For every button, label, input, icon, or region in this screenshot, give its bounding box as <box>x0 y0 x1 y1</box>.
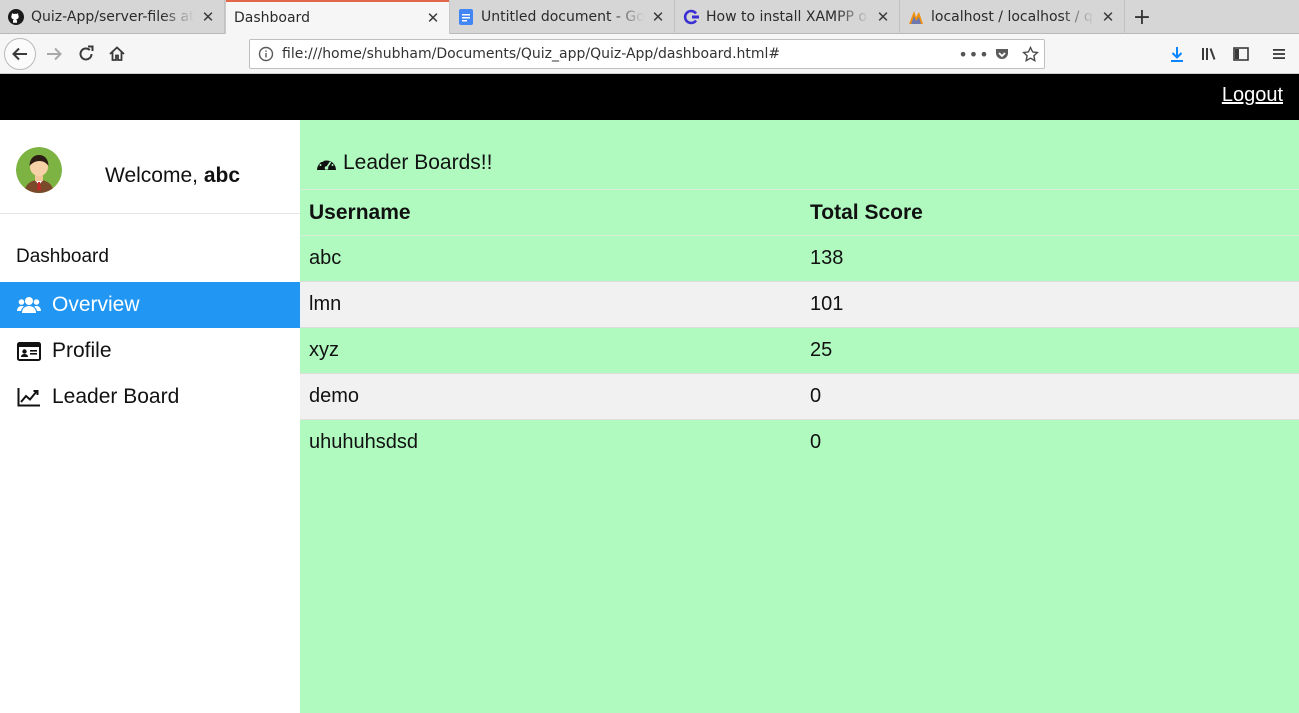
top-bar: Logout <box>0 74 1299 120</box>
sidebar-item-label: Overview <box>52 293 140 316</box>
score-cell: 0 <box>801 373 1299 420</box>
browser-tab-google-docs[interactable]: Untitled document - Goo ✕ <box>450 0 675 34</box>
tab-title: Untitled document - Goo <box>481 9 644 25</box>
welcome-prefix: Welcome, <box>105 164 204 187</box>
google-docs-icon <box>458 9 474 25</box>
close-icon[interactable]: ✕ <box>200 9 216 25</box>
id-card-icon <box>16 340 42 362</box>
score-cell: 25 <box>801 327 1299 374</box>
welcome-message: Welcome, abc <box>105 164 240 188</box>
table-row: abc 138 <box>300 235 1299 282</box>
username-cell: lmn <box>300 281 801 328</box>
score-cell: 0 <box>801 419 1299 466</box>
browser-tab-github[interactable]: Quiz-App/server-files at ✕ <box>0 0 225 34</box>
welcome-username: abc <box>203 164 240 187</box>
browser-tab-phpmyadmin[interactable]: localhost / localhost / qu ✕ <box>900 0 1125 34</box>
reload-icon <box>79 45 94 61</box>
sidebar-toggle-button[interactable] <box>1225 38 1257 70</box>
url-text[interactable]: file:///home/shubham/Documents/Quiz_app/… <box>282 46 960 62</box>
close-icon[interactable]: ✕ <box>650 9 666 25</box>
phpmyadmin-icon <box>908 9 924 25</box>
tab-title: localhost / localhost / qu <box>931 9 1094 25</box>
table-header-row: Username Total Score <box>300 189 1299 236</box>
home-button[interactable] <box>101 38 133 70</box>
leaderboard-table: Username Total Score abc 138 lmn 101 xyz… <box>300 189 1299 466</box>
download-icon <box>1171 47 1183 62</box>
line-chart-icon <box>16 386 42 408</box>
username-cell: abc <box>300 235 801 282</box>
username-cell: uhuhuhsdsd <box>300 419 801 466</box>
score-cell: 138 <box>801 235 1299 282</box>
new-tab-button[interactable]: + <box>1125 0 1159 34</box>
leaderboard-title: Leader Boards!! <box>316 151 492 175</box>
sidebar-item-overview[interactable]: Overview <box>0 282 300 328</box>
sidebar-heading: Dashboard <box>16 246 109 267</box>
sidebar-item-label: Profile <box>52 339 112 362</box>
profile-header: Welcome, abc <box>0 120 300 214</box>
close-icon[interactable]: ✕ <box>1100 9 1116 25</box>
browser-tab-xampp[interactable]: How to install XAMPP on ✕ <box>675 0 900 34</box>
forward-button[interactable] <box>38 38 70 70</box>
sidebar-icon <box>1233 47 1249 61</box>
sidebar-item-profile[interactable]: Profile <box>0 328 300 374</box>
tab-title: How to install XAMPP on <box>706 9 869 25</box>
sidebar-item-label: Leader Board <box>52 385 180 408</box>
github-icon <box>8 9 24 25</box>
reload-button[interactable] <box>70 38 102 70</box>
close-icon[interactable]: ✕ <box>875 9 891 25</box>
page-actions-icon[interactable]: ••• <box>958 45 988 64</box>
downloads-button[interactable] <box>1161 38 1193 70</box>
main-content: Leader Boards!! Username Total Score abc… <box>300 120 1299 713</box>
column-header-username: Username <box>300 189 801 236</box>
sidebar: Welcome, abc Dashboard Overview Profile … <box>0 120 300 713</box>
home-icon <box>109 46 125 61</box>
tab-title: Quiz-App/server-files at <box>31 9 194 25</box>
back-arrow-icon <box>12 47 27 61</box>
browser-toolbar: file:///home/shubham/Documents/Quiz_app/… <box>0 34 1299 74</box>
table-row: lmn 101 <box>300 281 1299 328</box>
leaderboard-title-text: Leader Boards!! <box>343 151 493 174</box>
score-cell: 101 <box>801 281 1299 328</box>
tab-title: Dashboard <box>234 9 310 26</box>
library-button[interactable] <box>1193 38 1225 70</box>
browser-tab-strip: Quiz-App/server-files at ✕ Dashboard ✕ U… <box>0 0 1299 35</box>
logout-link[interactable]: Logout <box>1222 84 1283 107</box>
table-row: demo 0 <box>300 373 1299 420</box>
username-cell: xyz <box>300 327 801 374</box>
users-icon <box>16 294 42 316</box>
site-icon <box>683 9 699 25</box>
hamburger-menu-icon <box>1273 49 1285 59</box>
dashboard-gauge-icon <box>316 153 338 173</box>
back-button[interactable] <box>4 38 36 70</box>
close-icon[interactable]: ✕ <box>425 10 441 26</box>
menu-button[interactable] <box>1263 38 1295 70</box>
bookmark-star-icon[interactable] <box>1016 45 1044 63</box>
address-bar[interactable]: file:///home/shubham/Documents/Quiz_app/… <box>249 39 1045 69</box>
pocket-icon[interactable] <box>988 46 1016 62</box>
browser-tab-dashboard[interactable]: Dashboard ✕ <box>225 0 450 35</box>
library-icon <box>1202 48 1216 60</box>
table-row: uhuhuhsdsd 0 <box>300 419 1299 466</box>
info-icon[interactable] <box>250 46 282 62</box>
sidebar-item-leader-board[interactable]: Leader Board <box>0 374 300 420</box>
column-header-total-score: Total Score <box>801 189 1299 236</box>
table-row: xyz 25 <box>300 327 1299 374</box>
avatar <box>16 147 62 193</box>
forward-arrow-icon <box>47 47 62 61</box>
username-cell: demo <box>300 373 801 420</box>
